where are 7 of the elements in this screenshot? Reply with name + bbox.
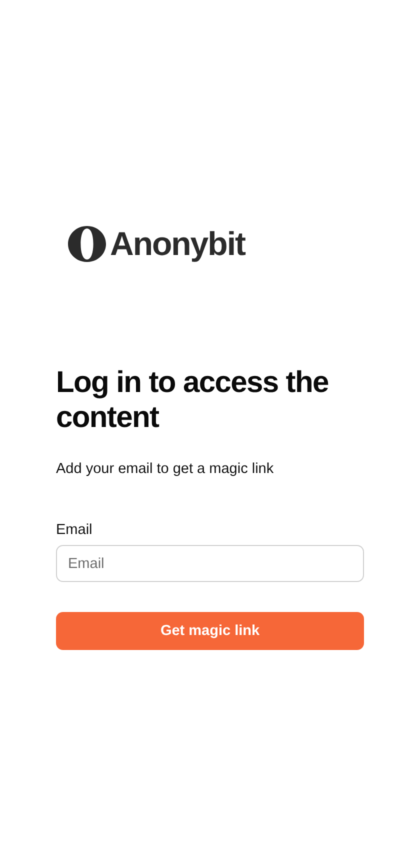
logo-icon — [68, 226, 106, 262]
submit-button[interactable]: Get magic link — [56, 612, 364, 650]
page-heading: Log in to access the content — [56, 365, 330, 435]
email-field[interactable]: Email — [56, 545, 364, 582]
subtitle: Add your email to get a magic link — [56, 461, 275, 477]
field-label: Email — [56, 522, 94, 538]
brand-name: Anonybit — [110, 225, 245, 263]
